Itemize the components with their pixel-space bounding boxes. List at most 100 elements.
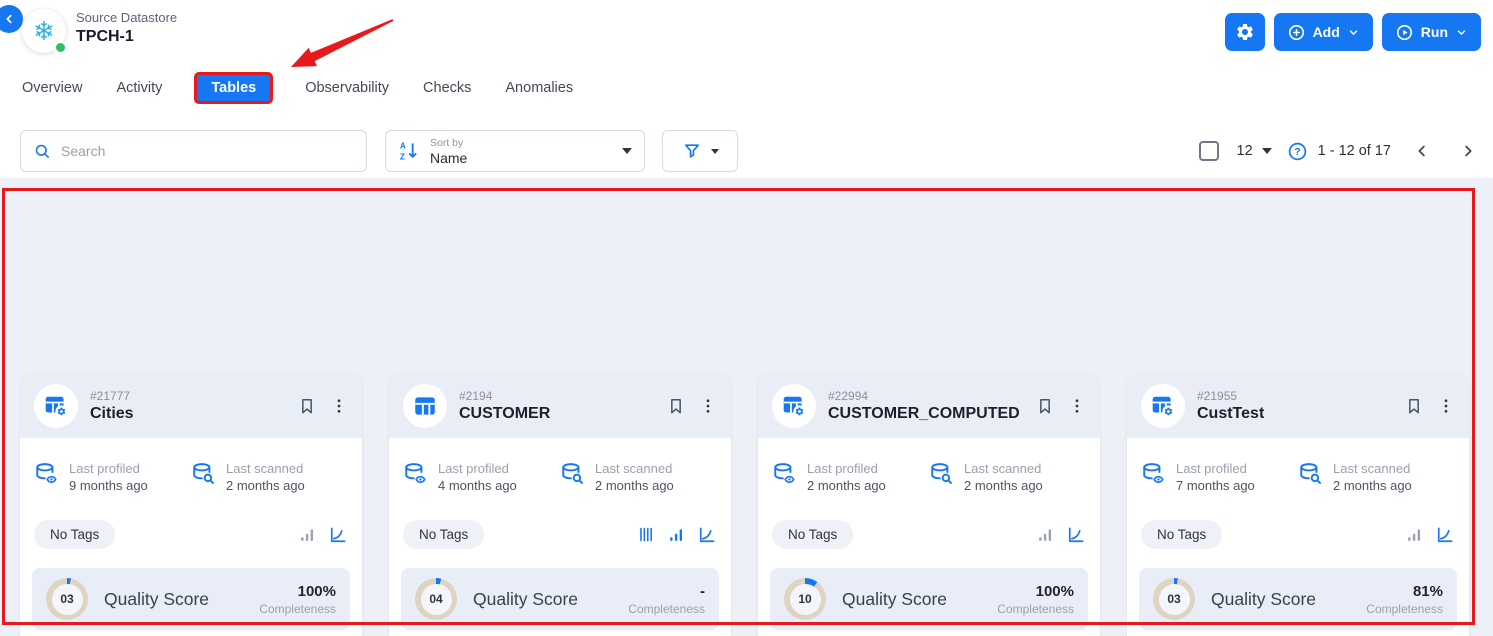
run-button[interactable]: Run [1382,13,1481,51]
bar-chart-icon[interactable] [298,525,317,544]
app-window: ❄ Source Datastore TPCH-1 Add Run [0,0,1493,636]
table-type-badge [1141,384,1185,428]
table-card[interactable]: #2194 CUSTOMER Last profiled [389,374,731,636]
database-scanned-icon [191,461,217,493]
prev-page-button[interactable] [1413,142,1431,160]
table-card-header: #21777 Cities [20,374,362,438]
table-name: CUSTOMER [459,405,550,423]
search-icon [33,142,52,161]
database-profiled-icon [34,461,60,493]
last-scanned-label: Last scanned [1333,461,1412,476]
last-scanned-value: 2 months ago [1333,478,1412,493]
database-profiled-icon [1141,461,1167,493]
completeness-label: Completeness [628,602,705,616]
database-scanned-icon [560,461,586,493]
quality-score-label: Quality Score [842,589,947,610]
bar-chart-icon[interactable] [1036,525,1055,544]
last-profiled-value: 9 months ago [69,478,148,493]
table-id: #2194 [459,389,550,403]
tab-tables[interactable]: Tables [194,72,273,104]
source-type-label: Source Datastore [76,10,177,25]
completeness-label: Completeness [997,602,1074,616]
kebab-menu-icon[interactable] [699,396,717,416]
add-button-label: Add [1313,24,1340,40]
last-profiled-value: 4 months ago [438,478,517,493]
table-name: CustTest [1197,405,1264,423]
last-profiled-value: 2 months ago [807,478,886,493]
quality-score-value: 03 [1159,584,1190,615]
tab-bar: Overview Activity Tables Observability C… [20,72,575,104]
last-profiled-label: Last profiled [69,461,148,476]
line-chart-icon[interactable] [1435,525,1455,545]
last-profiled-label: Last profiled [438,461,517,476]
sort-by-label: Sort by [430,137,467,149]
table-card[interactable]: #21955 CustTest Last profiled [1127,374,1469,636]
bookmark-icon[interactable] [1035,396,1055,416]
kebab-menu-icon[interactable] [1437,396,1455,416]
quality-score-value: 03 [52,584,83,615]
bookmark-icon[interactable] [297,396,317,416]
completeness-value: 100% [997,583,1074,600]
table-name: CUSTOMER_COMPUTED [828,405,1020,423]
last-scanned-label: Last scanned [964,461,1043,476]
next-page-button[interactable] [1459,142,1477,160]
quality-score-value: 10 [790,584,821,615]
search-input[interactable] [61,143,354,159]
bookmark-icon[interactable] [1404,396,1424,416]
add-button[interactable]: Add [1274,13,1373,51]
completeness-value: - [628,583,705,600]
page-size-caret-icon[interactable] [1262,148,1272,154]
last-scanned-label: Last scanned [226,461,305,476]
table-card[interactable]: #22994 CUSTOMER_COMPUTED Last [758,374,1100,636]
snowflake-icon: ❄ [33,18,55,44]
tab-checks[interactable]: Checks [421,72,473,104]
sort-dropdown[interactable]: AZ Sort by Name [385,130,645,172]
table-computed-icon [43,393,69,419]
last-profiled-label: Last profiled [1176,461,1255,476]
tab-activity[interactable]: Activity [114,72,164,104]
quality-score-value: 04 [421,584,452,615]
completeness-value: 81% [1366,583,1443,600]
table-name: Cities [90,405,134,423]
table-card-header: #22994 CUSTOMER_COMPUTED [758,374,1100,438]
line-chart-icon[interactable] [328,525,348,545]
select-all-checkbox[interactable] [1199,141,1219,161]
svg-text:A: A [400,142,406,151]
bookmark-icon[interactable] [666,396,686,416]
bar-chart-icon[interactable] [667,525,686,544]
bar-chart-icon[interactable] [1405,525,1424,544]
quality-score-panel: 03 Quality Score 81% Completeness [1139,568,1457,630]
table-card[interactable]: #21777 Cities Last profiled [20,374,362,636]
histogram-icon[interactable] [637,525,656,544]
chevron-down-icon [711,149,719,154]
tables-panel: #21777 Cities Last profiled [0,178,1493,636]
page-size-value[interactable]: 12 [1237,143,1253,159]
quality-score-ring: 04 [415,578,457,620]
table-id: #22994 [828,389,1020,403]
filter-button[interactable] [662,130,738,172]
table-id: #21955 [1197,389,1264,403]
search-box [20,130,367,172]
database-profiled-icon [772,461,798,493]
kebab-menu-icon[interactable] [330,396,348,416]
completeness-value: 100% [259,583,336,600]
tab-overview[interactable]: Overview [20,72,84,104]
last-profiled-value: 7 months ago [1176,478,1255,493]
database-profiled-icon [403,461,429,493]
help-icon[interactable]: ? [1287,141,1308,162]
line-chart-icon[interactable] [1066,525,1086,545]
chevron-left-icon [1,11,17,27]
kebab-menu-icon[interactable] [1068,396,1086,416]
datastore-logo: ❄ [22,9,66,53]
tab-anomalies[interactable]: Anomalies [503,72,575,104]
line-chart-icon[interactable] [697,525,717,545]
table-computed-icon [781,393,807,419]
play-circle-icon [1395,23,1414,42]
quality-score-panel: 03 Quality Score 100% Completeness [32,568,350,630]
last-profiled-label: Last profiled [807,461,886,476]
tab-observability[interactable]: Observability [303,72,391,104]
settings-button[interactable] [1225,13,1265,51]
gear-icon [1235,22,1255,42]
svg-text:Z: Z [400,152,405,161]
back-button[interactable] [0,5,23,33]
